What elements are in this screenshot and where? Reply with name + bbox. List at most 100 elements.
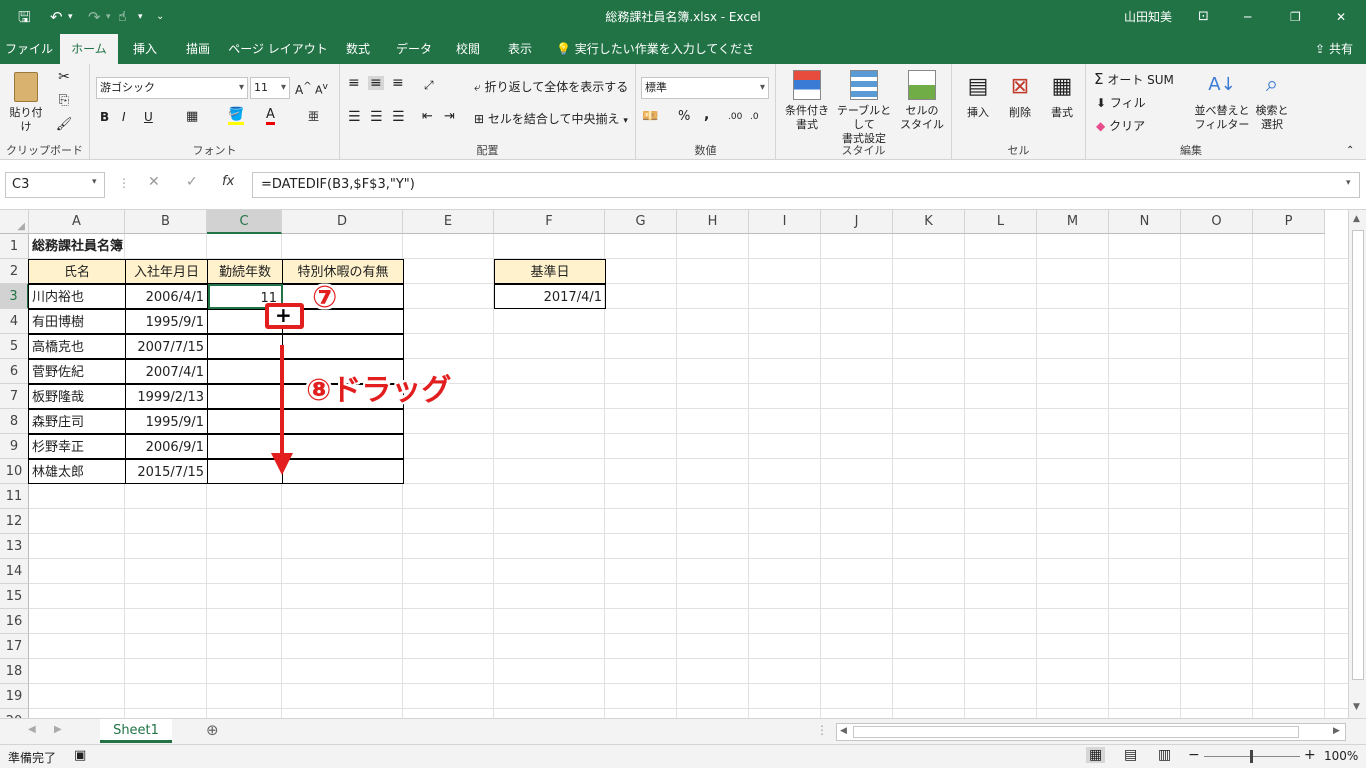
column-header-f[interactable]: F (494, 210, 605, 234)
column-header-c[interactable]: C (207, 210, 282, 234)
hire-date-cell[interactable]: 2007/7/15 (125, 334, 208, 359)
base-date-cell[interactable]: 2017/4/1 (494, 284, 606, 309)
row-header-8[interactable]: 8 (0, 409, 29, 434)
normal-view-icon[interactable]: ▦ (1086, 747, 1106, 763)
page-layout-view-icon[interactable]: ▤ (1124, 747, 1137, 763)
hire-date-cell[interactable]: 2015/7/15 (125, 459, 208, 484)
collapse-ribbon-icon[interactable]: ⌃ (1346, 144, 1354, 158)
font-color-icon[interactable]: A (266, 108, 275, 125)
number-format-select[interactable]: 標準 (641, 77, 769, 99)
format-cells-button[interactable]: ▦ 書式 (1042, 72, 1082, 120)
format-as-table-button[interactable]: テーブルとして 書式設定 (832, 70, 896, 146)
header-special-leave-cell[interactable]: 特別休暇の有無 (282, 259, 404, 284)
vertical-scroll-thumb[interactable] (1352, 230, 1364, 680)
decrease-decimal-icon[interactable]: .0 (750, 110, 759, 124)
align-top-icon[interactable]: ≡ (348, 76, 360, 90)
tab-review[interactable]: 校閲 (444, 34, 492, 64)
merge-center-button[interactable]: ⊞ セルを結合して中央揃え ▾ (474, 112, 628, 128)
vertical-scrollbar[interactable]: ▲ ▼ (1348, 210, 1366, 718)
touch-mode-icon[interactable]: ☝ (118, 0, 127, 34)
row-header-7[interactable]: 7 (0, 384, 29, 409)
increase-indent-icon[interactable]: ⇥ (444, 110, 455, 124)
hire-date-cell[interactable]: 1999/2/13 (125, 384, 208, 409)
row-header-12[interactable]: 12 (0, 509, 29, 534)
new-sheet-icon[interactable]: ⊕ (206, 721, 219, 739)
scroll-right-icon[interactable]: ▶ (1333, 726, 1340, 736)
column-header-l[interactable]: L (965, 210, 1037, 234)
employee-name-cell[interactable]: 板野隆哉 (28, 384, 126, 409)
zoom-level[interactable]: 100% (1324, 749, 1358, 763)
user-name[interactable]: 山田知美 (1124, 0, 1172, 34)
autosum-button[interactable]: Σ オート SUM (1094, 72, 1174, 88)
years-cell[interactable] (207, 384, 283, 409)
row-header-17[interactable]: 17 (0, 634, 29, 659)
macro-record-icon[interactable]: ▣ (74, 748, 86, 763)
employee-name-cell[interactable]: 有田博樹 (28, 309, 126, 334)
zoom-out-icon[interactable]: − (1188, 747, 1200, 763)
column-header-i[interactable]: I (749, 210, 821, 234)
column-header-m[interactable]: M (1037, 210, 1109, 234)
special-leave-cell[interactable] (282, 409, 404, 434)
horizontal-scroll-thumb[interactable] (853, 726, 1299, 738)
undo-icon[interactable]: ↶ (50, 0, 63, 34)
column-header-k[interactable]: K (893, 210, 965, 234)
decrease-font-icon[interactable]: Av (315, 80, 328, 98)
row-header-2[interactable]: 2 (0, 259, 29, 284)
enter-icon[interactable]: ✓ (186, 174, 198, 190)
column-header-j[interactable]: J (821, 210, 893, 234)
employee-name-cell[interactable]: 高橋克也 (28, 334, 126, 359)
row-header-19[interactable]: 19 (0, 684, 29, 709)
row-header-3[interactable]: 3 (0, 284, 29, 309)
scroll-left-icon[interactable]: ◀ (840, 726, 847, 736)
comma-button[interactable]: , (704, 108, 709, 122)
align-right-icon[interactable]: ☰ (392, 110, 405, 124)
tell-me-box[interactable]: 💡 実行したい作業を入力してください (556, 34, 756, 86)
special-leave-cell[interactable] (282, 334, 404, 359)
years-cell[interactable] (207, 334, 283, 359)
delete-cells-button[interactable]: ⊠ 削除 (1000, 72, 1040, 120)
employee-name-cell[interactable]: 森野庄司 (28, 409, 126, 434)
align-center-icon[interactable]: ☰ (370, 110, 383, 124)
fill-color-icon[interactable]: 🪣 (228, 108, 245, 125)
copy-icon[interactable]: ⎘ (54, 94, 74, 108)
close-button[interactable]: ✕ (1336, 0, 1346, 34)
column-header-a[interactable]: A (29, 210, 125, 234)
employee-name-cell[interactable]: 川内裕也 (28, 284, 126, 309)
cancel-icon[interactable]: ✕ (148, 174, 160, 190)
align-left-icon[interactable]: ☰ (348, 110, 361, 124)
years-cell[interactable] (207, 409, 283, 434)
tab-page-layout[interactable]: ページ レイアウト (226, 34, 330, 64)
font-name-select[interactable]: 游ゴシック (96, 77, 248, 99)
expand-formula-icon[interactable]: ▾ (1346, 178, 1351, 188)
fill-button[interactable]: ⬇ フィル (1096, 96, 1146, 110)
row-header-4[interactable]: 4 (0, 309, 29, 334)
page-break-view-icon[interactable]: ▥ (1158, 747, 1171, 763)
bold-button[interactable]: B (100, 110, 109, 124)
touch-dropdown-icon[interactable]: ▾ (138, 0, 143, 34)
hire-date-cell[interactable]: 2006/4/1 (125, 284, 208, 309)
font-size-select[interactable]: 11 (250, 77, 290, 99)
row-header-18[interactable]: 18 (0, 659, 29, 684)
zoom-in-icon[interactable]: + (1304, 747, 1316, 763)
ribbon-display-icon[interactable]: ⊡ (1198, 0, 1209, 34)
underline-button[interactable]: U (144, 110, 153, 124)
cell-styles-button[interactable]: セルの スタイル (896, 70, 948, 132)
minimize-button[interactable]: ─ (1244, 0, 1251, 34)
row-header-20[interactable]: 20 (0, 709, 29, 718)
insert-function-button[interactable]: fx (222, 174, 234, 189)
column-header-n[interactable]: N (1109, 210, 1181, 234)
header-hire-date-cell[interactable]: 入社年月日 (125, 259, 208, 284)
name-box[interactable]: C3 (5, 172, 105, 198)
column-header-p[interactable]: P (1253, 210, 1325, 234)
special-leave-cell[interactable] (282, 459, 404, 484)
row-header-16[interactable]: 16 (0, 609, 29, 634)
next-sheet-icon[interactable]: ▶ (54, 724, 62, 735)
currency-icon[interactable]: 💴 (642, 110, 658, 124)
employee-name-cell[interactable]: 菅野佐紀 (28, 359, 126, 384)
undo-dropdown-icon[interactable]: ▾ (68, 0, 73, 34)
column-header-o[interactable]: O (1181, 210, 1253, 234)
restore-button[interactable]: ❐ (1290, 0, 1301, 34)
tab-file[interactable]: ファイル (0, 34, 58, 64)
row-header-6[interactable]: 6 (0, 359, 29, 384)
save-icon[interactable]: 🖫 (18, 0, 31, 34)
